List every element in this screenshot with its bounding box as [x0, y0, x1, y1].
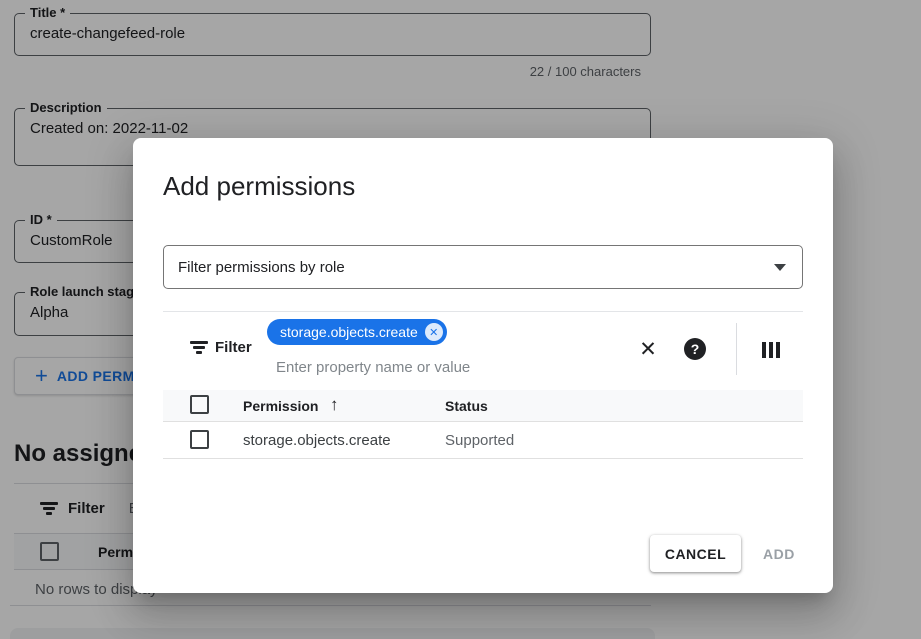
status-column-header: Status [445, 398, 488, 414]
sort-ascending-icon[interactable]: ↑ [330, 395, 339, 415]
vertical-divider [736, 323, 737, 375]
divider [163, 311, 803, 312]
help-icon[interactable]: ? [684, 338, 706, 360]
table-row: storage.objects.create Supported [163, 422, 803, 459]
select-all-checkbox[interactable] [190, 395, 209, 414]
permission-column-header[interactable]: Permission [243, 398, 318, 414]
chip-remove-icon[interactable]: ✕ [425, 323, 443, 341]
chevron-down-icon [774, 264, 786, 271]
filter-input[interactable]: Enter property name or value [276, 359, 470, 376]
cancel-button[interactable]: CANCEL [650, 535, 741, 572]
filter-label: Filter [215, 339, 252, 356]
status-cell: Supported [445, 432, 514, 449]
permission-cell: storage.objects.create [243, 432, 391, 449]
row-checkbox[interactable] [190, 430, 209, 449]
column-display-options-icon[interactable] [758, 339, 784, 361]
permissions-table-header: Permission ↑ Status [163, 390, 803, 422]
clear-filters-icon[interactable]: ✕ [634, 335, 662, 363]
filter-chip-storage-objects-create[interactable]: storage.objects.create ✕ [267, 319, 447, 345]
create-role-screen: Title * create-changefeed-role 22 / 100 … [0, 0, 921, 639]
add-button[interactable]: ADD [763, 535, 795, 572]
dropdown-value: Filter permissions by role [178, 259, 774, 276]
columns-icon [762, 342, 781, 358]
filter-permissions-by-role-dropdown[interactable]: Filter permissions by role [163, 245, 803, 289]
filter-chip-text: storage.objects.create [280, 324, 418, 340]
dialog-title: Add permissions [163, 171, 355, 202]
filter-icon [190, 341, 208, 354]
add-permissions-dialog: Add permissions Filter permissions by ro… [133, 138, 833, 593]
